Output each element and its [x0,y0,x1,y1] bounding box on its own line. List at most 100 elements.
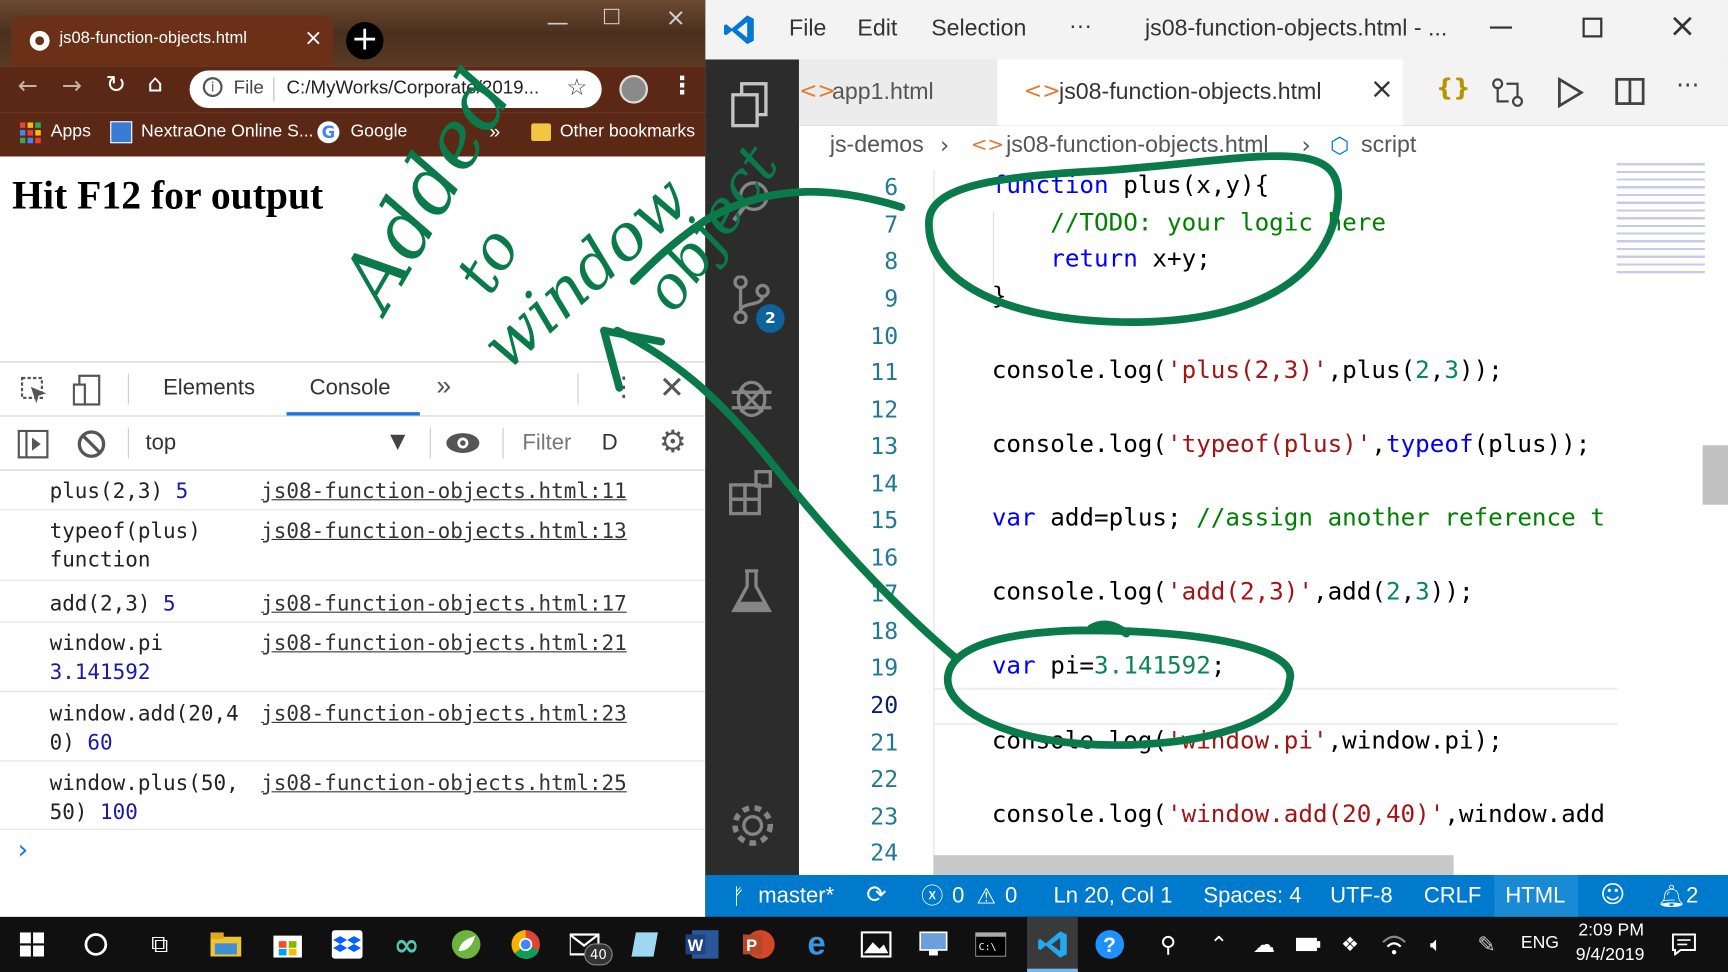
volume-icon[interactable]: 🔈︎ [1417,917,1454,972]
debug-bug-icon[interactable] [727,372,775,420]
compare-changes-icon[interactable] [1491,77,1524,108]
store-icon[interactable] [264,917,310,972]
explorer-files-icon[interactable] [730,82,774,130]
cortana-search-icon[interactable] [73,917,119,972]
bookmark-star-icon[interactable]: ☆ [566,74,587,100]
word-icon[interactable]: W [679,917,725,972]
status-warnings[interactable]: 0 [1005,875,1017,917]
console-source-link[interactable]: js08-function-objects.html:13 [261,517,627,546]
powerpoint-icon[interactable]: P [736,917,782,972]
breadcrumb-file[interactable]: js08-function-objects.html [1006,132,1268,158]
feedback-smiley-icon[interactable]: ☺ [1600,875,1625,917]
reload-icon[interactable]: ↻ [106,72,126,100]
run-play-icon[interactable] [1555,77,1584,108]
context-selector[interactable]: top [145,431,176,456]
context-dropdown-icon[interactable]: ▼ [390,430,405,453]
remote-desktop-icon[interactable] [910,917,956,972]
more-actions-icon[interactable]: ··· [1676,73,1699,101]
bookmark-nextraone[interactable]: NextraOne Online S... [141,122,313,142]
clock-time[interactable]: 2:09 PM [1578,921,1644,941]
home-icon[interactable]: ⌂ [148,71,163,99]
maximize-icon[interactable] [1582,17,1603,38]
photos-icon[interactable] [853,917,899,972]
menu-selection[interactable]: Selection [931,15,1026,41]
console-source-link[interactable]: js08-function-objects.html:23 [261,700,627,729]
menu-more[interactable]: ··· [1069,13,1092,39]
start-windows-icon[interactable] [9,917,55,972]
other-bookmarks[interactable]: Other bookmarks [560,122,695,142]
notifications-bell-icon[interactable]: 🔔︎ [1657,875,1685,917]
console-source-link[interactable]: js08-function-objects.html:11 [261,477,627,506]
inspect-element-icon[interactable] [20,376,49,405]
warning-icon[interactable]: ⚠ [976,875,996,917]
error-icon[interactable]: ⓧ [921,875,943,917]
status-branch[interactable]: master* [758,875,834,917]
dropbox-icon[interactable] [324,917,370,972]
devtools-menu-icon[interactable]: ⋮ [611,371,637,402]
console-filter-input[interactable]: Filter [522,431,571,456]
console-source-link[interactable]: js08-function-objects.html:21 [261,629,627,658]
sync-icon[interactable]: ⟳ [866,875,886,917]
status-language[interactable]: HTML [1505,875,1565,917]
profile-avatar[interactable] [619,74,648,104]
vscode-taskbar-icon[interactable] [1029,917,1075,972]
info-icon[interactable]: i [202,77,223,97]
tab-close-icon[interactable]: × [1370,73,1394,106]
infinity-app-icon[interactable]: ∞ [384,917,430,972]
braces-icon[interactable]: {} [1436,75,1471,103]
input-language[interactable]: ENG [1521,933,1559,953]
chrome-taskbar-icon[interactable] [503,917,549,972]
close-icon[interactable]: × [1668,7,1696,46]
console-settings-gear-icon[interactable]: ⚙ [659,423,687,459]
task-view-icon[interactable]: ⧉ [137,917,183,972]
split-editor-icon[interactable] [1614,77,1645,106]
horizontal-scrollbar-thumb[interactable] [933,855,1454,876]
minimap[interactable] [1616,163,1705,274]
help-icon[interactable]: ? [1087,917,1133,972]
spring-tool-icon[interactable] [443,917,489,972]
menu-edit[interactable]: Edit [857,15,897,41]
tab-close-icon[interactable]: × [304,24,322,50]
address-bar[interactable]: i File C:/MyWorks/Corporate/2019... ☆ [189,70,602,108]
device-toolbar-icon[interactable] [72,374,104,407]
search-icon[interactable] [730,179,774,227]
devtools-close-icon[interactable]: ✕ [659,369,685,405]
more-tabs[interactable]: » [436,371,451,402]
chrome-tab[interactable]: js08-function-objects.html × [11,15,333,67]
console-source-link[interactable]: js08-function-objects.html:25 [261,769,627,798]
console-source-link[interactable]: js08-function-objects.html:17 [261,590,627,619]
status-cursor-position[interactable]: Ln 20, Col 1 [1054,875,1173,917]
bookmark-google[interactable]: Google [350,122,407,142]
notes-app-icon[interactable] [622,917,668,972]
tab-js08[interactable]: <> js08-function-objects.html × [997,59,1403,126]
maximize-icon[interactable] [603,8,620,25]
clock-date[interactable]: 9/4/2019 [1572,946,1649,966]
status-eol[interactable]: CRLF [1424,875,1482,917]
settings-gear-icon[interactable] [727,800,778,851]
log-levels-dropdown[interactable]: D [602,431,618,456]
show-hidden-icons-chevron-icon[interactable]: ⌃ [1201,917,1236,972]
status-indentation[interactable]: Spaces: 4 [1203,875,1301,917]
file-explorer-icon[interactable] [203,917,249,972]
breadcrumb-symbol[interactable]: script [1361,132,1416,158]
console-prompt[interactable]: › [18,834,29,865]
menu-file[interactable]: File [789,15,826,41]
bookmarks-overflow[interactable]: » [489,120,500,143]
onedrive-cloud-icon[interactable]: ☁ [1245,917,1282,972]
live-expression-eye-icon[interactable] [445,432,480,454]
breadcrumb-folder[interactable]: js-demos [830,132,924,158]
bookmark-apps[interactable]: Apps [51,122,91,142]
status-notifications[interactable]: 2 [1686,875,1698,917]
status-encoding[interactable]: UTF-8 [1330,875,1392,917]
close-icon[interactable]: × [666,4,686,32]
vertical-scrollbar-thumb[interactable] [1702,445,1728,505]
code-area[interactable]: 6 7 8 9 10 11 12 13 14 15 16 17 18 19 20… [799,163,1728,876]
back-arrow-icon[interactable]: ← [18,73,38,101]
edge-icon[interactable]: e [793,917,839,972]
tab-elements[interactable]: Elements [163,376,255,401]
action-center-icon[interactable] [1664,917,1704,972]
show-sidebar-icon[interactable] [17,429,49,459]
status-errors[interactable]: 0 [952,875,964,917]
clear-console-icon[interactable] [77,430,106,459]
minimize-icon[interactable]: — [547,9,569,35]
